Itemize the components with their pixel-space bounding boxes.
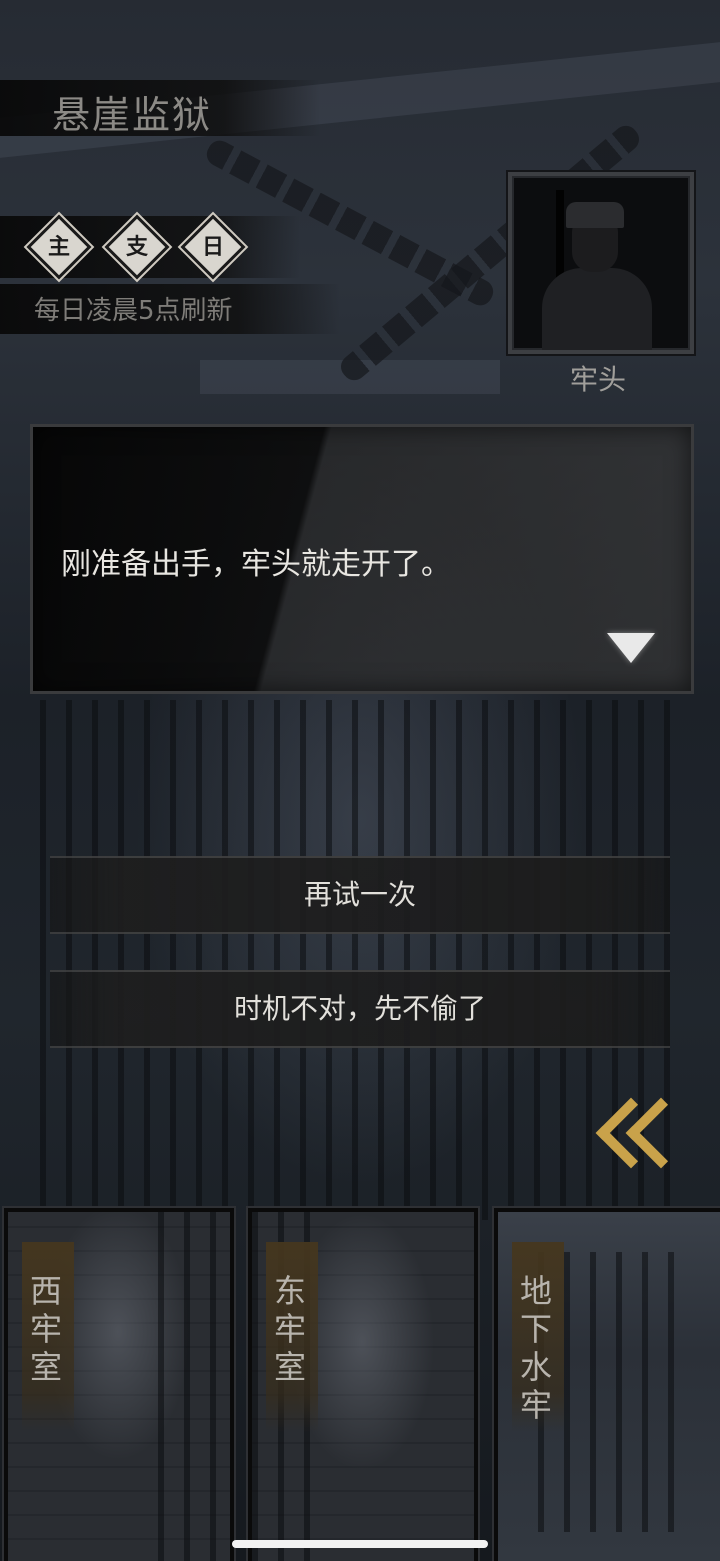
game-screen: 悬崖监狱 主 支 日 每日凌晨5点刷新 牢头 刚准备出手，牢头就走开了。 再试一… bbox=[0, 0, 720, 1561]
home-indicator[interactable] bbox=[232, 1540, 488, 1548]
portrait-cap bbox=[566, 202, 624, 228]
dialog-text: 刚准备出手，牢头就走开了。 bbox=[61, 547, 451, 582]
room-label: 西牢室 bbox=[30, 1272, 63, 1386]
location-title: 悬崖监狱 bbox=[52, 93, 213, 137]
refresh-note: 每日凌晨5点刷新 bbox=[34, 296, 233, 326]
daily-quest-badge-label: 日 bbox=[201, 234, 224, 260]
room-label: 东牢室 bbox=[274, 1272, 307, 1386]
room-label: 地下水牢 bbox=[520, 1272, 553, 1424]
option-retry-button[interactable]: 再试一次 bbox=[50, 856, 670, 934]
room-card-east[interactable]: 东牢室 bbox=[248, 1208, 478, 1561]
triangle-down-icon[interactable] bbox=[607, 633, 655, 663]
main-quest-badge-label: 主 bbox=[47, 234, 70, 260]
dialog-box[interactable]: 刚准备出手，牢头就走开了。 bbox=[30, 424, 694, 694]
portrait-body bbox=[542, 268, 652, 350]
room-bars bbox=[158, 1212, 230, 1561]
option-give-up-button[interactable]: 时机不对，先不偷了 bbox=[50, 970, 670, 1048]
npc-portrait[interactable] bbox=[508, 172, 694, 354]
back-button[interactable] bbox=[580, 1090, 697, 1170]
room-card-underwater[interactable]: 地下水牢 bbox=[494, 1208, 720, 1561]
side-quest-badge-label: 支 bbox=[125, 234, 148, 260]
npc-name: 牢头 bbox=[570, 363, 627, 396]
room-card-west[interactable]: 西牢室 bbox=[4, 1208, 234, 1561]
